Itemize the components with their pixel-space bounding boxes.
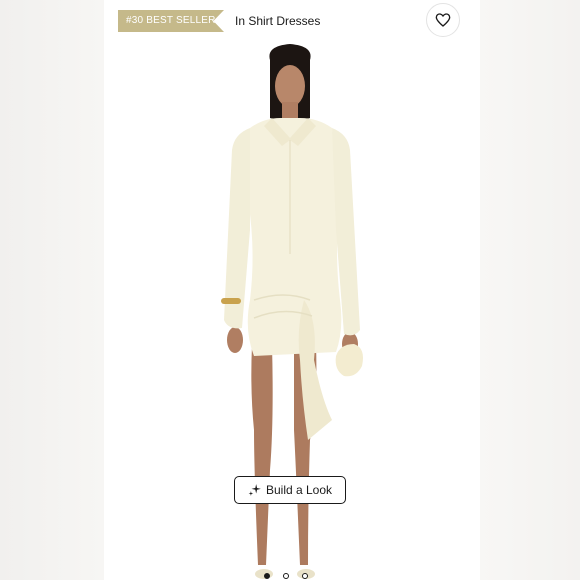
carousel-dot-1[interactable] (264, 573, 270, 579)
heart-icon (435, 13, 451, 27)
model-left-leg (251, 345, 273, 565)
sparkle-icon (248, 483, 262, 497)
product-card: #30 BEST SELLER In Shirt Dresses Build a… (104, 0, 480, 580)
carousel-dot-3[interactable] (302, 573, 308, 579)
model-left-hand (227, 327, 243, 353)
model-face (275, 65, 305, 107)
carousel-dot-2[interactable] (283, 573, 289, 579)
cream-handbag (335, 344, 363, 377)
build-a-look-label: Build a Look (265, 483, 333, 497)
adjacent-slide-left (0, 0, 104, 580)
wishlist-button[interactable] (426, 3, 460, 37)
category-link[interactable]: In Shirt Dresses (235, 13, 320, 29)
best-seller-badge: #30 BEST SELLER (118, 10, 224, 32)
dress-body (247, 118, 342, 356)
adjacent-slide-right (480, 0, 580, 580)
carousel-dots (264, 573, 308, 579)
gold-bracelet (221, 298, 241, 304)
build-a-look-button[interactable]: Build a Look (234, 476, 346, 504)
